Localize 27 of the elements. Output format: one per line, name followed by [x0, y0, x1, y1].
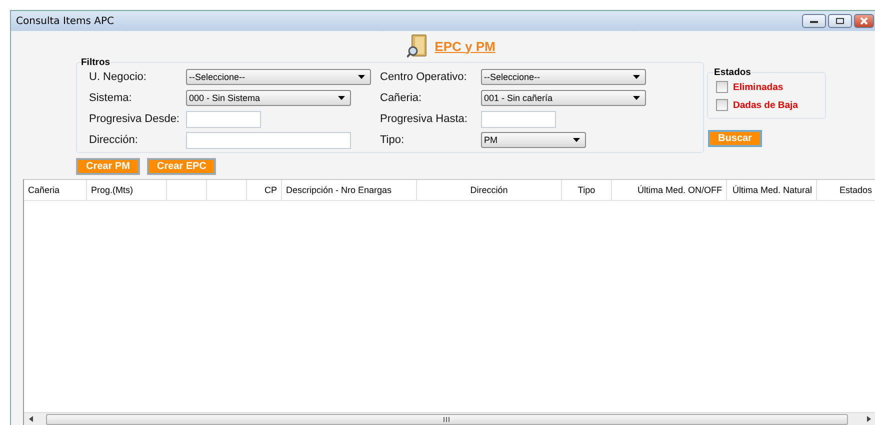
dropdown[interactable]: PM	[481, 132, 586, 148]
column-header[interactable]: CP	[247, 180, 282, 200]
column-header[interactable]: Última Med. Natural	[727, 180, 817, 200]
field-label: Progresiva Desde:	[89, 113, 180, 125]
column-header[interactable]: Dirección	[417, 180, 562, 200]
dropdown[interactable]: --Seleccione--	[481, 69, 646, 85]
column-header[interactable]: Descripción - Nro Enargas	[282, 180, 417, 200]
checkbox-label: Eliminadas	[733, 82, 784, 92]
field-label: Centro Operativo:	[380, 71, 468, 83]
column-header[interactable]: Tipo	[562, 180, 612, 200]
field-label: Cañeria:	[380, 92, 423, 104]
column-header[interactable]: Prog.(Mts)	[87, 180, 167, 200]
field-label: Sistema:	[89, 92, 133, 104]
field-label: U. Negocio:	[89, 71, 148, 83]
column-header[interactable]: Última Med. ON/OFF	[612, 180, 727, 200]
column-header[interactable]: Cañeria	[24, 180, 87, 200]
field-label: Tipo:	[380, 134, 406, 146]
column-header[interactable]: Estados	[817, 180, 875, 200]
field-label: Dirección:	[89, 134, 139, 146]
dropdown[interactable]: 000 - Sin Sistema	[186, 90, 351, 106]
group-title: Estados	[714, 67, 751, 78]
group-title: Filtros	[81, 57, 110, 68]
checkbox-label: Dadas de Baja	[733, 100, 798, 110]
dropdown[interactable]: --Seleccione--	[186, 69, 371, 85]
dropdown[interactable]: 001 - Sin cañería	[481, 90, 646, 106]
window-title: Consulta Items APC	[16, 16, 114, 26]
field-label: Progresiva Hasta:	[380, 113, 468, 125]
